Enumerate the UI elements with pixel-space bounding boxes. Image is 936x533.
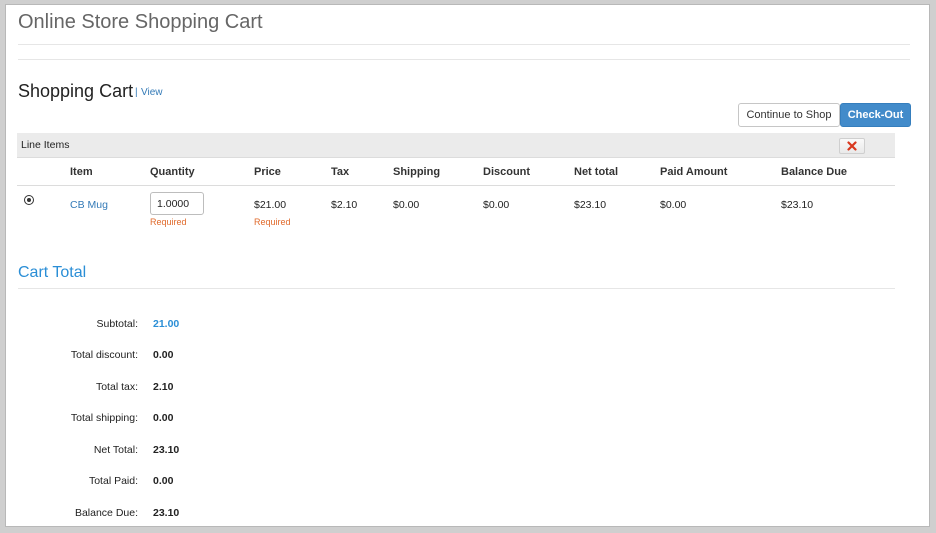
continue-to-shop-button[interactable]: Continue to Shop <box>738 103 840 127</box>
total-discount-label: Total discount: <box>70 349 138 361</box>
shipping-cell: $0.00 <box>393 199 420 211</box>
page-title: Online Store Shopping Cart <box>18 11 263 33</box>
column-header-shipping: Shipping <box>393 166 441 178</box>
quantity-input[interactable] <box>150 192 204 215</box>
section-divider <box>18 59 910 60</box>
total-tax-value: 2.10 <box>153 381 174 393</box>
net-total-label: Net Total: <box>93 444 138 456</box>
total-paid-value: 0.00 <box>153 475 174 487</box>
title-divider <box>18 44 910 45</box>
page-container: Online Store Shopping Cart Shopping Cart… <box>5 4 930 527</box>
table-header-divider <box>17 185 895 186</box>
total-discount-value: 0.00 <box>153 349 174 361</box>
shopping-cart-heading: Shopping Cart <box>18 81 134 101</box>
column-header-discount: Discount <box>483 166 531 178</box>
discount-cell: $0.00 <box>483 199 510 211</box>
tax-cell: $2.10 <box>331 199 358 211</box>
checkout-button[interactable]: Check-Out <box>840 103 911 127</box>
subtotal-value: 21.00 <box>153 318 180 330</box>
total-shipping-value: 0.00 <box>153 412 174 424</box>
price-cell: $21.00 <box>254 199 287 211</box>
paid-amount-cell: $0.00 <box>660 199 687 211</box>
column-header-tax: Tax <box>331 166 350 178</box>
column-header-net-total: Net total <box>574 166 618 178</box>
view-separator: | <box>135 87 138 98</box>
cart-total-heading: Cart Total <box>18 264 87 281</box>
column-header-balance-due: Balance Due <box>781 166 848 178</box>
line-items-header-bar: Line Items <box>17 133 895 158</box>
total-paid-label: Total Paid: <box>88 475 138 487</box>
subtotal-label: Subtotal: <box>96 318 138 330</box>
balance-due-label: Balance Due: <box>74 507 138 519</box>
quantity-required-note: Required <box>150 217 187 227</box>
balance-due-cell: $23.10 <box>781 199 814 211</box>
balance-due-value: 23.10 <box>153 507 180 519</box>
item-link[interactable]: CB Mug <box>70 199 108 211</box>
remove-circle-icon[interactable] <box>24 195 34 205</box>
column-header-quantity: Quantity <box>150 166 195 178</box>
price-required-note: Required <box>254 217 291 227</box>
column-header-price: Price <box>254 166 281 178</box>
net-total-value: 23.10 <box>153 444 180 456</box>
delete-line-items-button[interactable] <box>839 138 865 154</box>
net-total-cell: $23.10 <box>574 199 607 211</box>
column-header-item: Item <box>70 166 93 178</box>
total-shipping-label: Total shipping: <box>70 412 138 424</box>
x-icon <box>847 141 857 151</box>
line-items-label: Line Items <box>21 139 70 151</box>
column-header-paid-amount: Paid Amount <box>660 166 728 178</box>
total-tax-label: Total tax: <box>95 381 138 393</box>
cart-total-divider <box>18 288 895 289</box>
view-link[interactable]: View <box>141 87 163 98</box>
